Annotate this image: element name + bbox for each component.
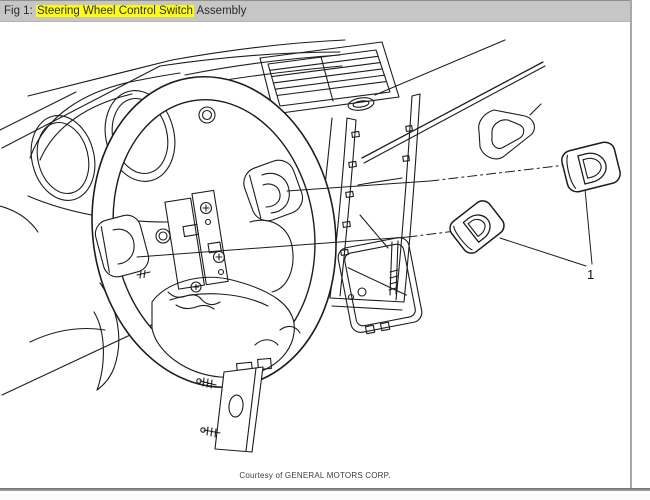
steering-wheel-diagram: 1 (0, 39, 621, 453)
panel-border-bottom (0, 488, 650, 491)
figure-label: Fig 1: (4, 5, 36, 17)
search-highlight: Steering Wheel Control Switch (35, 5, 194, 17)
control-switch-lower (449, 200, 505, 254)
callout-1-label: 1 (587, 267, 594, 282)
console-tray (337, 237, 423, 335)
control-switch-upper (561, 141, 621, 193)
dash-top-right-lines (361, 39, 546, 164)
panel-border-right (630, 0, 632, 489)
figure-viewer-panel: Fig 1: Steering Wheel Control Switch Ass… (0, 0, 650, 500)
door-handle (478, 103, 542, 160)
courtesy-credit: Courtesy of GENERAL MOTORS CORP. (239, 471, 391, 480)
figure-title-suffix: Assembly (193, 5, 247, 17)
airbag-pad (151, 219, 301, 378)
figure-titlebar: Fig 1: Steering Wheel Control Switch Ass… (0, 0, 630, 22)
center-air-vents (259, 41, 400, 115)
